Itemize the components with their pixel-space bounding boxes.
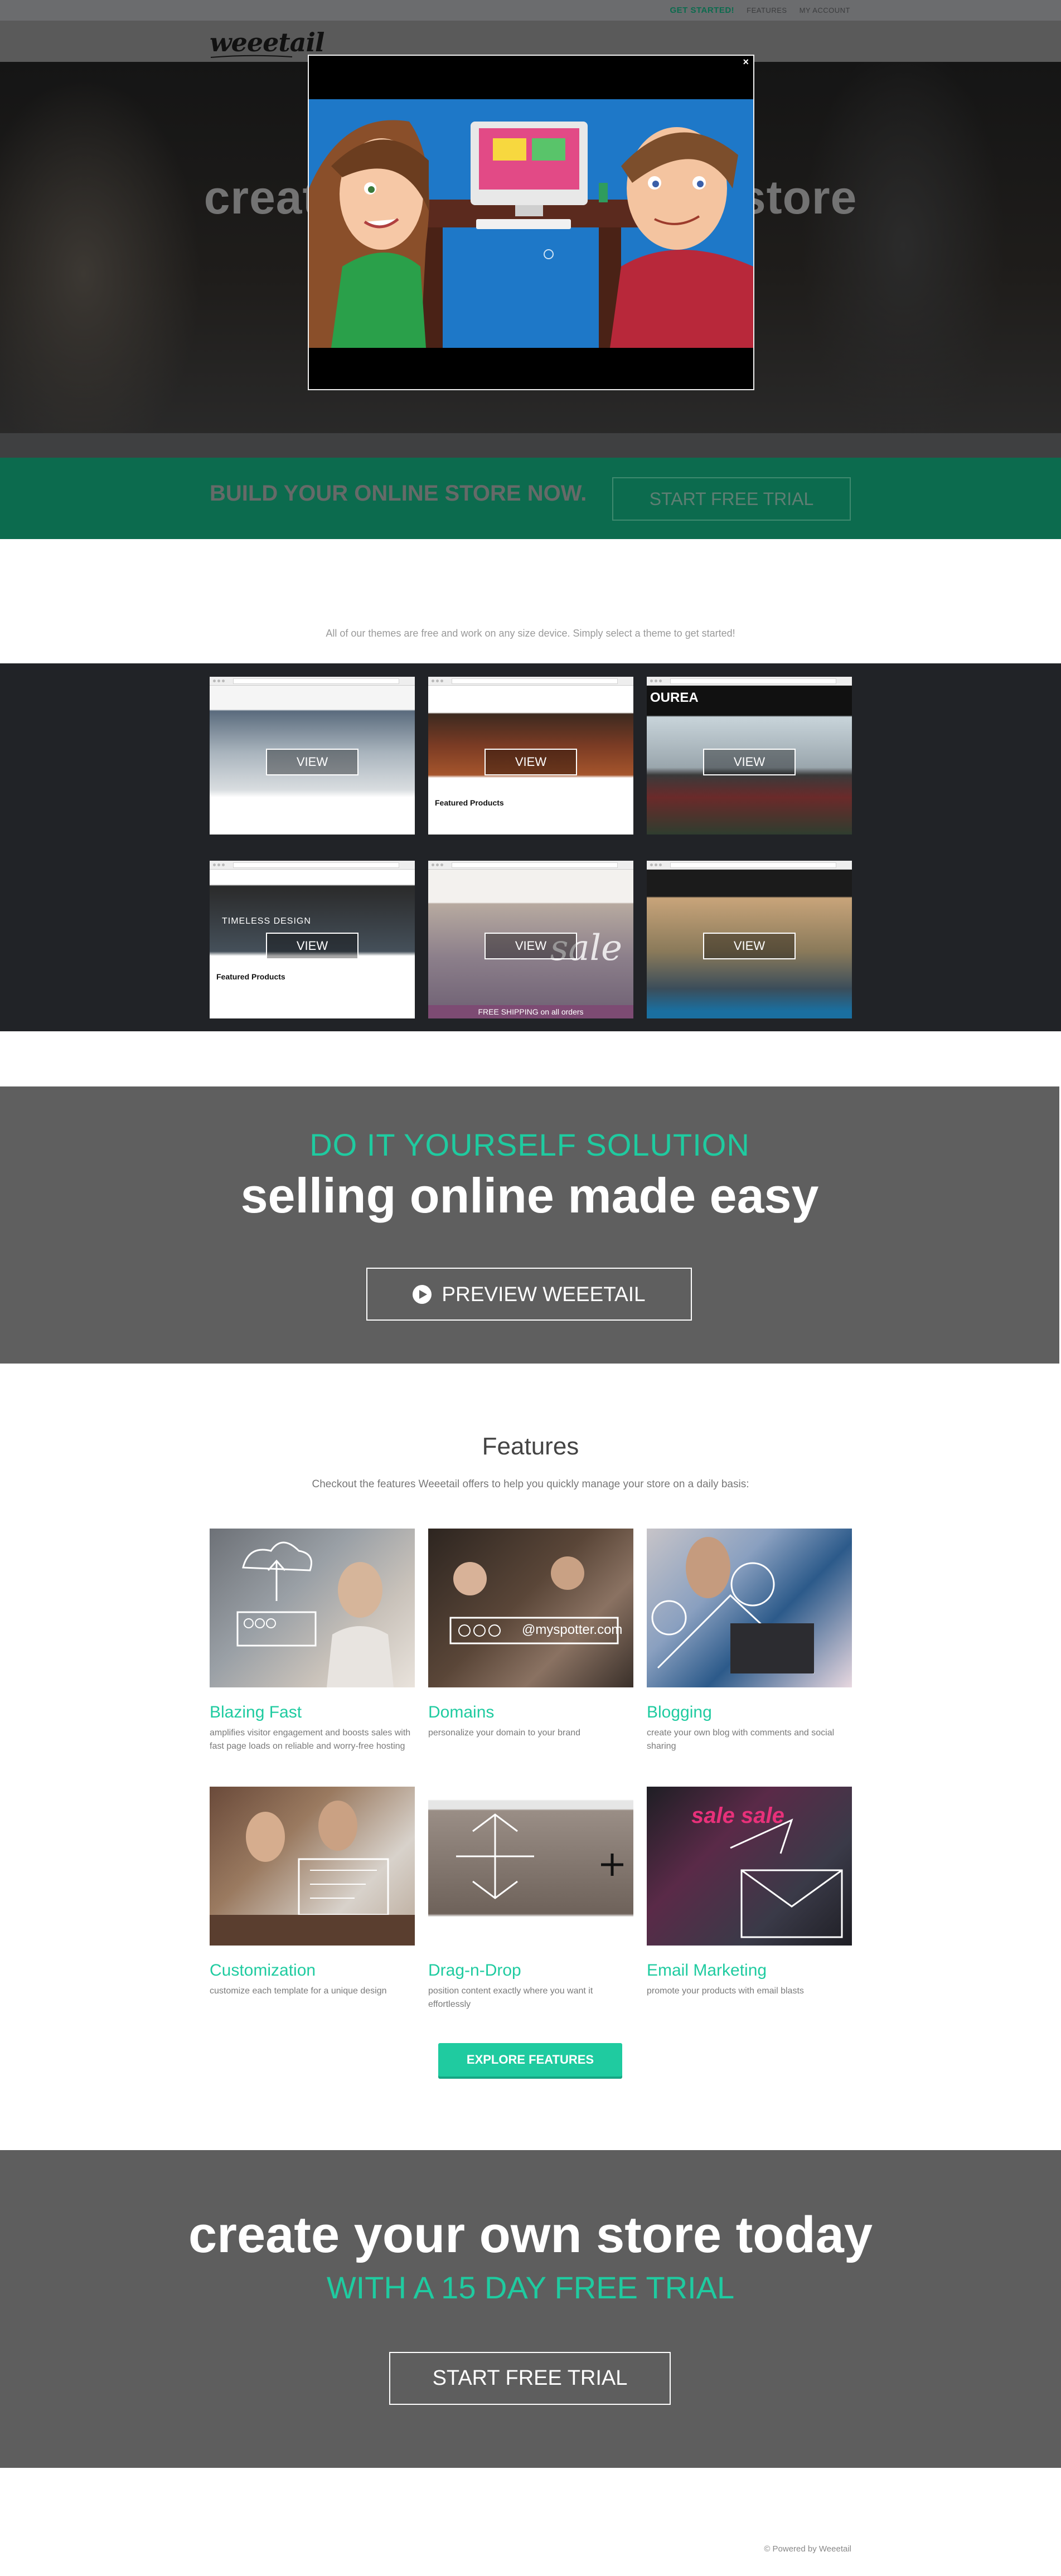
features-subtitle: Checkout the features Weeetail offers to…: [312, 1478, 749, 1490]
feature-desc: personalize your domain to your brand: [428, 1728, 581, 1738]
view-button[interactable]: VIEW: [485, 749, 577, 775]
logo-swoosh-icon: [210, 55, 293, 58]
feature-name[interactable]: Customization: [210, 1961, 415, 1980]
feature-desc: amplifies visitor engagement and boosts …: [210, 1728, 411, 1751]
footer-credit[interactable]: © Powered by Weeetail: [764, 2544, 851, 2554]
features-link[interactable]: FEATURES: [747, 6, 787, 14]
play-icon: [413, 1284, 432, 1304]
theme-card[interactable]: sale FREE SHIPPING on all orders VIEW: [428, 861, 633, 1018]
diy-title: selling online made easy: [240, 1168, 819, 1223]
feature-image: [210, 1529, 415, 1687]
feature-image: [428, 1787, 633, 1946]
video-modal: ×: [308, 55, 754, 390]
bottom-start-free-trial-button[interactable]: START FREE TRIAL: [389, 2352, 671, 2405]
domain-overlay-text: @myspotter.com: [522, 1622, 623, 1637]
page: GET STARTED! FEATURES MY ACCOUNT weeetai…: [0, 0, 1061, 2576]
feature-card: sale sale Email Marketing promote your p…: [647, 1787, 852, 1998]
bottom-title: create your own store today: [188, 2206, 873, 2263]
browser-bar: [210, 677, 415, 686]
diy-kicker: DO IT YOURSELF SOLUTION: [309, 1127, 750, 1162]
feature-card: Drag-n-Drop position content exactly whe…: [428, 1787, 633, 2011]
customization-overlay: [210, 1801, 415, 1946]
browser-bar: [647, 861, 852, 870]
free-shipping-banner: FREE SHIPPING on all orders: [428, 1005, 633, 1018]
feature-desc: promote your products with email blasts: [647, 1986, 804, 1996]
features-title: Features: [482, 1433, 579, 1460]
logo[interactable]: weeetail: [210, 27, 324, 57]
theme-card[interactable]: OUREA VIEW: [647, 677, 852, 835]
drag-arrows-icon: [456, 1813, 623, 1899]
feature-name[interactable]: Blazing Fast: [210, 1703, 415, 1722]
preview-weeetail-button[interactable]: PREVIEW WEEETAIL: [366, 1268, 692, 1321]
start-free-trial-button[interactable]: START FREE TRIAL: [612, 477, 851, 521]
my-account-link[interactable]: MY ACCOUNT: [800, 6, 850, 14]
cartoon-illustration: [309, 99, 753, 348]
top-bar: GET STARTED! FEATURES MY ACCOUNT: [0, 0, 1061, 21]
chat-bubble-icon: [651, 1537, 815, 1675]
feature-name[interactable]: Drag-n-Drop: [428, 1961, 633, 1980]
browser-bar: [428, 677, 633, 686]
feature-image: sale sale: [647, 1787, 852, 1946]
view-button[interactable]: VIEW: [266, 933, 358, 959]
theme-card[interactable]: TIMELESS DESIGN Featured Products VIEW: [210, 861, 415, 1018]
cta-headline: BUILD YOUR ONLINE STORE NOW.: [210, 481, 587, 506]
feature-name[interactable]: Blogging: [647, 1703, 852, 1722]
timeless-design-label: TIMELESS DESIGN: [222, 916, 311, 926]
browser-bar: [210, 861, 415, 870]
featured-products-label: Featured Products: [216, 972, 285, 981]
explore-features-button[interactable]: EXPLORE FEATURES: [438, 2043, 622, 2077]
hero-stripe: [0, 433, 1061, 458]
feature-desc: create your own blog with comments and s…: [647, 1728, 835, 1751]
feature-image: @myspotter.com: [428, 1529, 633, 1687]
feature-name[interactable]: Domains: [428, 1703, 633, 1722]
cta-band: BUILD YOUR ONLINE STORE NOW. START FREE …: [0, 458, 1061, 539]
feature-image: [210, 1787, 415, 1946]
feature-name[interactable]: Email Marketing: [647, 1961, 852, 1980]
view-button[interactable]: VIEW: [703, 933, 796, 959]
view-button[interactable]: VIEW: [266, 749, 358, 775]
feature-desc: customize each template for a unique des…: [210, 1986, 387, 1996]
bottom-kicker: WITH A 15 DAY FREE TRIAL: [326, 2270, 735, 2305]
feature-card: Blogging create your own blog with comme…: [647, 1529, 852, 1753]
feature-desc: position content exactly where you want …: [428, 1986, 593, 2009]
diy-section: DO IT YOURSELF SOLUTION selling online m…: [0, 1086, 1059, 1364]
email-envelope-icon: [730, 1818, 843, 1938]
get-started-link[interactable]: GET STARTED!: [670, 6, 734, 15]
theme-brand-logo: OUREA: [650, 690, 699, 705]
themes-intro: All of our themes are free and work on a…: [326, 628, 735, 639]
preview-label: PREVIEW WEEETAIL: [442, 1282, 646, 1306]
theme-card[interactable]: VIEW: [647, 861, 852, 1018]
feature-card: Customization customize each template fo…: [210, 1787, 415, 1998]
domain-overlay: [449, 1556, 619, 1644]
view-button[interactable]: VIEW: [485, 933, 577, 959]
feature-card: Blazing Fast amplifies visitor engagemen…: [210, 1529, 415, 1753]
feature-image: [647, 1529, 852, 1687]
themes-gallery: VIEW Featured Products VIEW OUREA VIEW T…: [0, 663, 1061, 1031]
browser-bar: [647, 677, 852, 686]
theme-card[interactable]: Featured Products VIEW: [428, 677, 633, 835]
theme-card[interactable]: VIEW: [210, 677, 415, 835]
bottom-cta: create your own store today WITH A 15 DA…: [0, 2150, 1061, 2468]
browser-bar: [428, 861, 633, 870]
feature-card: @myspotter.com Domains personalize your …: [428, 1529, 633, 1740]
featured-products-label: Featured Products: [435, 798, 504, 807]
cloud-upload-icon: [236, 1541, 394, 1687]
video-frame[interactable]: [309, 99, 753, 348]
top-nav: GET STARTED! FEATURES MY ACCOUNT: [670, 6, 850, 15]
close-icon[interactable]: ×: [743, 56, 749, 68]
view-button[interactable]: VIEW: [703, 749, 796, 775]
